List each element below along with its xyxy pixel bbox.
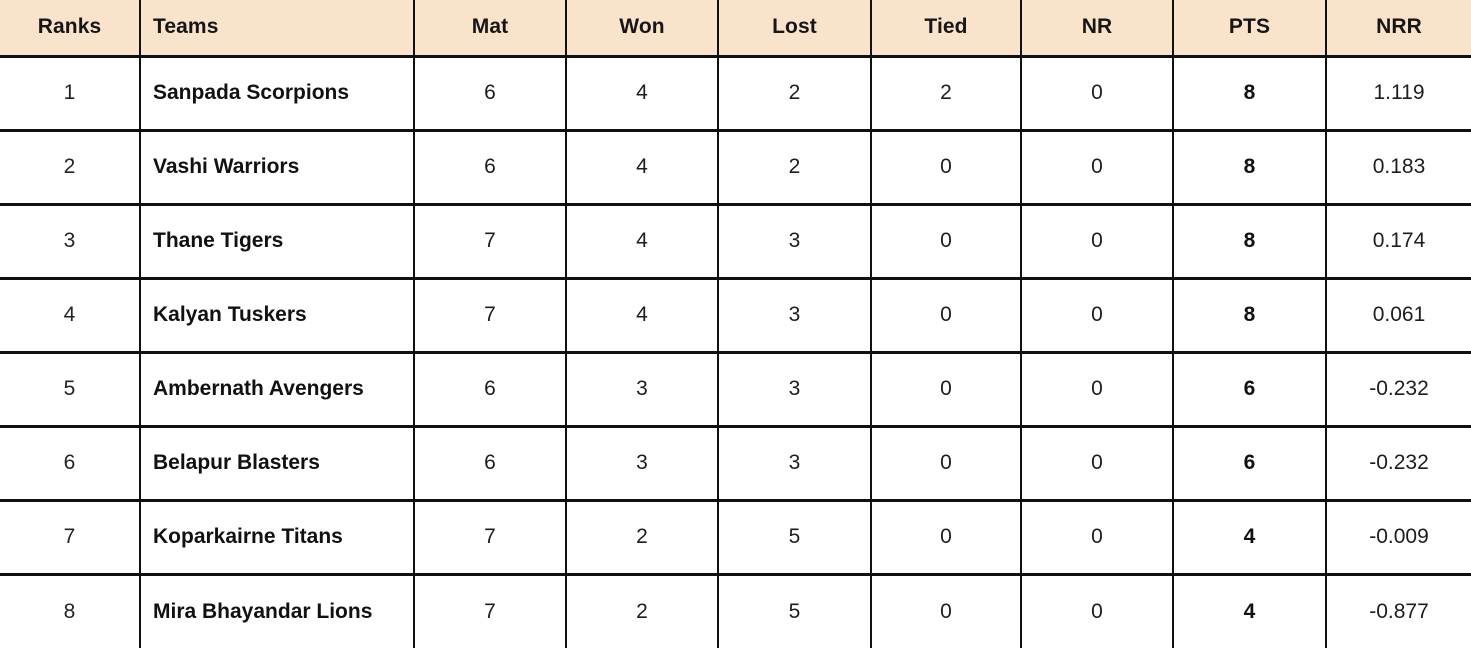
cell-won: 3 xyxy=(566,426,719,502)
cell-won: 4 xyxy=(566,278,719,354)
cell-lost: 5 xyxy=(718,574,872,648)
cell-pts: 8 xyxy=(1173,278,1327,354)
cell-nr: 0 xyxy=(1021,352,1174,428)
cell-mat: 6 xyxy=(414,130,567,206)
cell-rank: 3 xyxy=(0,204,141,280)
table-row[interactable]: 7 Koparkairne Titans 7 2 5 0 0 4 -0.009 xyxy=(0,500,1471,576)
cell-nr: 0 xyxy=(1021,500,1174,576)
cell-nrr: 0.183 xyxy=(1326,130,1471,206)
cell-team: Koparkairne Titans xyxy=(140,500,415,576)
column-header-teams[interactable]: Teams xyxy=(140,0,415,58)
cell-team: Belapur Blasters xyxy=(140,426,415,502)
table-row[interactable]: 3 Thane Tigers 7 4 3 0 0 8 0.174 xyxy=(0,204,1471,280)
cell-won: 4 xyxy=(566,204,719,280)
cell-nrr: -0.877 xyxy=(1326,574,1471,648)
cell-nr: 0 xyxy=(1021,426,1174,502)
cell-mat: 7 xyxy=(414,500,567,576)
cell-mat: 7 xyxy=(414,278,567,354)
cell-nrr: 0.174 xyxy=(1326,204,1471,280)
table-row[interactable]: 6 Belapur Blasters 6 3 3 0 0 6 -0.232 xyxy=(0,426,1471,502)
cell-rank: 2 xyxy=(0,130,141,206)
cell-team: Kalyan Tuskers xyxy=(140,278,415,354)
cell-nr: 0 xyxy=(1021,130,1174,206)
cell-tied: 0 xyxy=(871,352,1022,428)
column-header-nrr[interactable]: NRR xyxy=(1326,0,1471,58)
cell-tied: 0 xyxy=(871,426,1022,502)
cell-won: 4 xyxy=(566,130,719,206)
cell-lost: 2 xyxy=(718,130,872,206)
cell-lost: 3 xyxy=(718,426,872,502)
cell-team: Sanpada Scorpions xyxy=(140,56,415,132)
cell-won: 2 xyxy=(566,500,719,576)
cell-nr: 0 xyxy=(1021,278,1174,354)
cell-lost: 3 xyxy=(718,278,872,354)
cell-rank: 8 xyxy=(0,574,141,648)
cell-team: Ambernath Avengers xyxy=(140,352,415,428)
column-header-ranks[interactable]: Ranks xyxy=(0,0,141,58)
cell-won: 4 xyxy=(566,56,719,132)
cell-mat: 7 xyxy=(414,204,567,280)
table-header: Ranks Teams Mat Won Lost Tied NR PTS NRR xyxy=(0,0,1471,58)
table-row[interactable]: 5 Ambernath Avengers 6 3 3 0 0 6 -0.232 xyxy=(0,352,1471,428)
table-row[interactable]: 4 Kalyan Tuskers 7 4 3 0 0 8 0.061 xyxy=(0,278,1471,354)
cell-nrr: -0.009 xyxy=(1326,500,1471,576)
cell-lost: 3 xyxy=(718,204,872,280)
column-header-mat[interactable]: Mat xyxy=(414,0,567,58)
cell-won: 2 xyxy=(566,574,719,648)
cell-pts: 4 xyxy=(1173,500,1327,576)
cell-won: 3 xyxy=(566,352,719,428)
cell-rank: 4 xyxy=(0,278,141,354)
table-row[interactable]: 1 Sanpada Scorpions 6 4 2 2 0 8 1.119 xyxy=(0,56,1471,132)
cell-tied: 0 xyxy=(871,278,1022,354)
cell-nr: 0 xyxy=(1021,56,1174,132)
cell-tied: 0 xyxy=(871,204,1022,280)
column-header-nr[interactable]: NR xyxy=(1021,0,1174,58)
cell-rank: 1 xyxy=(0,56,141,132)
cell-team: Mira Bhayandar Lions xyxy=(140,574,415,648)
table-row[interactable]: 8 Mira Bhayandar Lions 7 2 5 0 0 4 -0.877 xyxy=(0,574,1471,648)
cell-pts: 6 xyxy=(1173,352,1327,428)
column-header-tied[interactable]: Tied xyxy=(871,0,1022,58)
cell-mat: 6 xyxy=(414,56,567,132)
cell-nrr: 1.119 xyxy=(1326,56,1471,132)
column-header-pts[interactable]: PTS xyxy=(1173,0,1327,58)
cell-tied: 0 xyxy=(871,500,1022,576)
cell-rank: 6 xyxy=(0,426,141,502)
header-row: Ranks Teams Mat Won Lost Tied NR PTS NRR xyxy=(0,0,1471,58)
column-header-won[interactable]: Won xyxy=(566,0,719,58)
table-body: 1 Sanpada Scorpions 6 4 2 2 0 8 1.119 2 Vashi Warr… xyxy=(0,56,1471,648)
cell-nrr: 0.061 xyxy=(1326,278,1471,354)
cell-lost: 3 xyxy=(718,352,872,428)
cell-mat: 6 xyxy=(414,426,567,502)
cell-lost: 2 xyxy=(718,56,872,132)
cell-nr: 0 xyxy=(1021,204,1174,280)
cell-nr: 0 xyxy=(1021,574,1174,648)
cell-rank: 7 xyxy=(0,500,141,576)
cell-tied: 0 xyxy=(871,130,1022,206)
cell-mat: 6 xyxy=(414,352,567,428)
cell-pts: 8 xyxy=(1173,130,1327,206)
cell-pts: 4 xyxy=(1173,574,1327,648)
cell-lost: 5 xyxy=(718,500,872,576)
cell-pts: 8 xyxy=(1173,204,1327,280)
cell-team: Thane Tigers xyxy=(140,204,415,280)
cell-nrr: -0.232 xyxy=(1326,426,1471,502)
cell-pts: 8 xyxy=(1173,56,1327,132)
cell-tied: 0 xyxy=(871,574,1022,648)
cell-pts: 6 xyxy=(1173,426,1327,502)
cell-tied: 2 xyxy=(871,56,1022,132)
cell-team: Vashi Warriors xyxy=(140,130,415,206)
column-header-lost[interactable]: Lost xyxy=(718,0,872,58)
cell-mat: 7 xyxy=(414,574,567,648)
cell-rank: 5 xyxy=(0,352,141,428)
table-row[interactable]: 2 Vashi Warriors 6 4 2 0 0 8 0.183 xyxy=(0,130,1471,206)
points-table: Ranks Teams Mat Won Lost Tied NR PTS NRR… xyxy=(0,0,1471,648)
cell-nrr: -0.232 xyxy=(1326,352,1471,428)
